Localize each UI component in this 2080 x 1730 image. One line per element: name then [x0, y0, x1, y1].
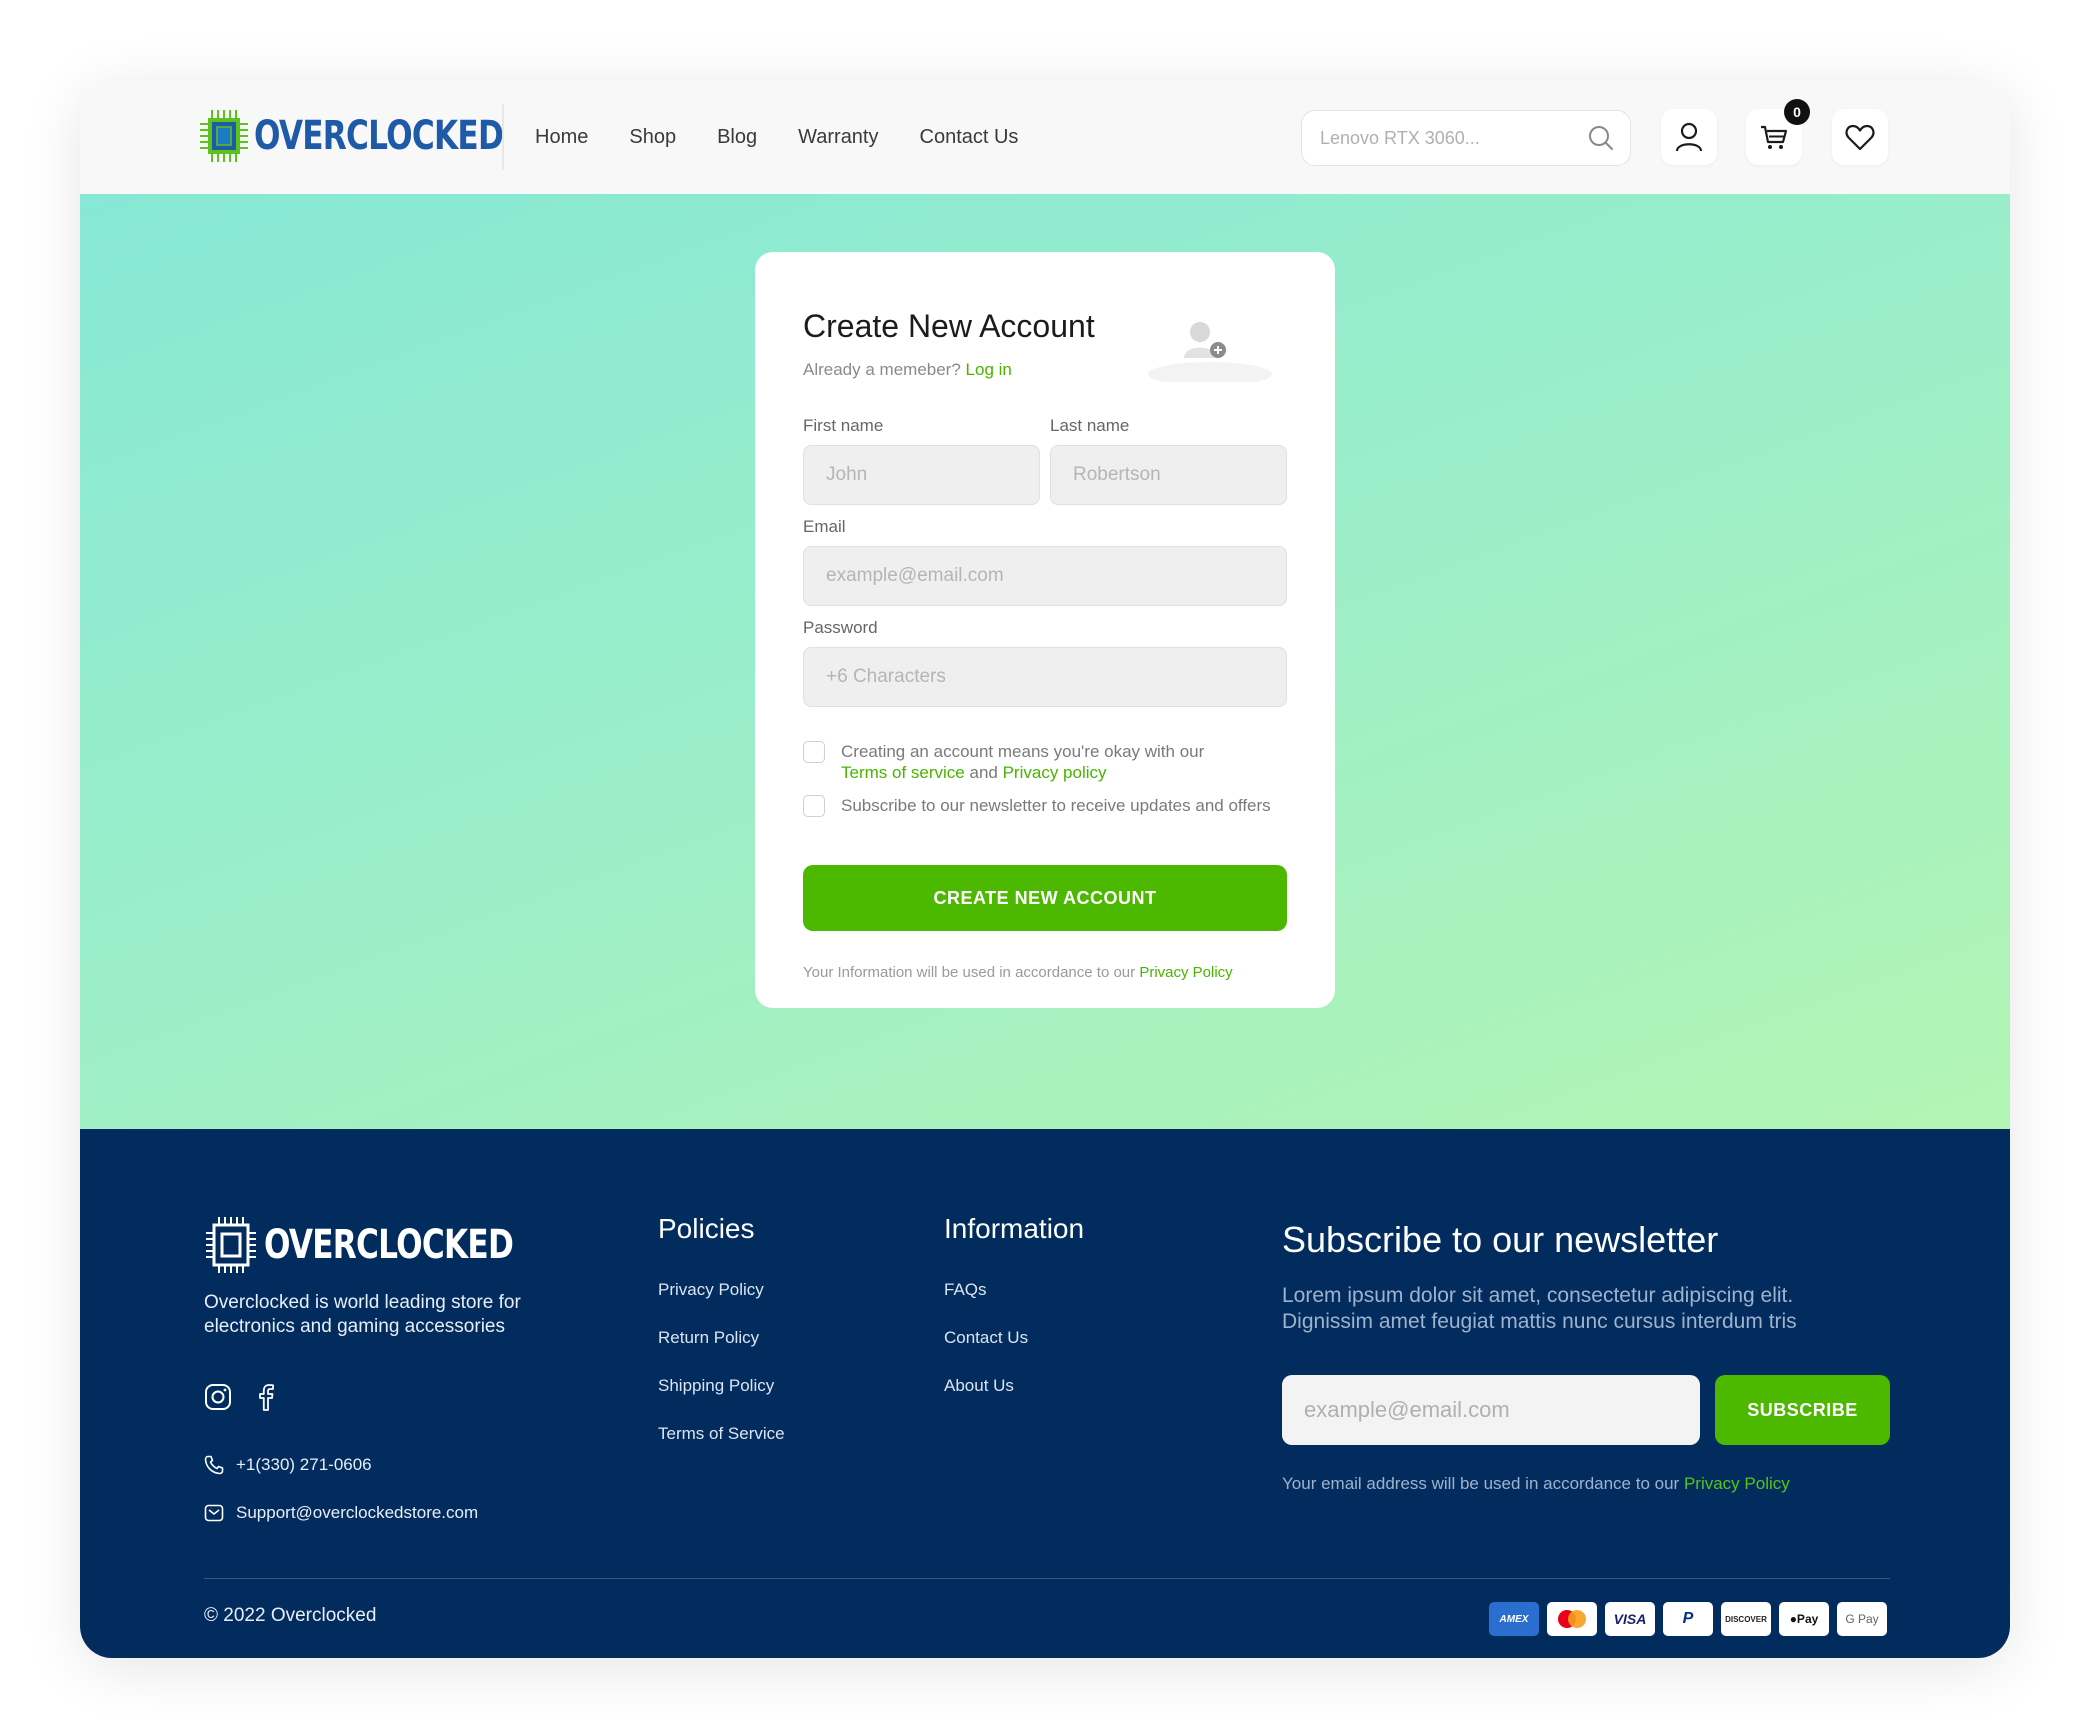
cart-icon [1761, 125, 1788, 149]
password-label: Password [803, 618, 878, 637]
page-frame: OVERCLOCKED Home Shop Blog Warranty Cont… [80, 80, 2010, 1658]
footer-logo[interactable]: OVERCLOCKED [204, 1215, 583, 1275]
support-email[interactable]: Support@overclockedstore.com [236, 1503, 478, 1523]
apple-pay-icon: ●Pay [1779, 1602, 1829, 1636]
mail-icon [204, 1504, 224, 1522]
mastercard-icon [1547, 1602, 1597, 1636]
footer-phone: +1(330) 271-0606 [204, 1455, 372, 1475]
last-name-field[interactable] [1050, 445, 1287, 505]
subscribe-button[interactable]: SUBSCRIBE [1715, 1375, 1890, 1445]
header-logo[interactable]: OVERCLOCKED [200, 106, 573, 166]
policies-heading: Policies [658, 1213, 755, 1244]
footer-link-privacy-policy[interactable]: Privacy Policy [658, 1280, 764, 1300]
newsletter-email-input[interactable] [1282, 1375, 1700, 1445]
terms-and: and [969, 763, 998, 782]
email-field[interactable] [803, 546, 1287, 606]
account-button[interactable] [1661, 109, 1717, 165]
terms-text-start: Creating an account means you're okay wi… [841, 742, 1205, 761]
header-divider [502, 104, 504, 170]
search-box [1301, 110, 1631, 166]
nav-warranty[interactable]: Warranty [798, 126, 878, 149]
newsletter-privacy-link[interactable]: Privacy Policy [1684, 1474, 1790, 1493]
phone-number[interactable]: +1(330) 271-0606 [236, 1455, 372, 1475]
footer-link-faqs[interactable]: FAQs [944, 1280, 987, 1300]
nav-blog[interactable]: Blog [717, 126, 757, 149]
footer-link-return-policy[interactable]: Return Policy [658, 1328, 759, 1348]
password-field[interactable] [803, 647, 1287, 707]
chip-logo-icon [200, 110, 248, 162]
footer-link-terms-of-service[interactable]: Terms of Service [658, 1424, 785, 1444]
signup-card: Create New Account Already a memeber? Lo… [755, 252, 1335, 1008]
google-pay-icon: G Pay [1837, 1602, 1887, 1636]
footer-link-about-us[interactable]: About Us [944, 1376, 1014, 1396]
site-footer: OVERCLOCKED Overclocked is world leading… [80, 1129, 2010, 1658]
footer-link-shipping-policy[interactable]: Shipping Policy [658, 1376, 774, 1396]
wishlist-button[interactable] [1832, 109, 1888, 165]
member-prompt: Already a memeber? Log in [803, 360, 1012, 380]
member-prompt-text: Already a memeber? [803, 360, 961, 379]
cart-count-badge: 0 [1784, 99, 1810, 125]
footnote-privacy-link[interactable]: Privacy Policy [1139, 964, 1232, 981]
footer-description: Overclocked is world leading store for e… [204, 1292, 521, 1337]
information-heading: Information [944, 1213, 1085, 1244]
terms-checkbox[interactable] [803, 741, 825, 763]
newsletter-checkbox[interactable] [803, 795, 825, 817]
terms-text: Creating an account means you're okay wi… [841, 741, 1281, 783]
phone-icon [204, 1455, 224, 1475]
facebook-icon[interactable] [256, 1383, 276, 1411]
nav-shop[interactable]: Shop [629, 126, 676, 149]
heart-icon [1845, 124, 1875, 151]
nav-contact-us[interactable]: Contact Us [920, 126, 1019, 149]
signup-footnote: Your Information will be used in accorda… [803, 964, 1233, 981]
hero-section: Create New Account Already a memeber? Lo… [80, 194, 2010, 1129]
site-header: OVERCLOCKED Home Shop Blog Warranty Cont… [80, 80, 2010, 194]
chip-logo-icon [206, 1217, 256, 1273]
search-icon[interactable] [1588, 125, 1614, 151]
paypal-icon: P [1663, 1602, 1713, 1636]
privacy-policy-link[interactable]: Privacy policy [1003, 763, 1107, 782]
logo-text: OVERCLOCKED [254, 113, 504, 159]
first-name-field[interactable] [803, 445, 1040, 505]
last-name-label: Last name [1050, 416, 1130, 435]
signup-footnote-text: Your Information will be used in accorda… [803, 964, 1136, 981]
footer-divider [204, 1578, 1890, 1579]
amex-icon: AMEX [1489, 1602, 1539, 1636]
newsletter-note: Your email address will be used in accor… [1282, 1474, 1790, 1494]
newsletter-heading: Subscribe to our newsletter [1282, 1219, 1719, 1260]
footer-email: Support@overclockedstore.com [204, 1503, 478, 1523]
main-nav: Home Shop Blog Warranty Contact Us [535, 80, 1018, 194]
create-account-button[interactable]: CREATE NEW ACCOUNT [803, 865, 1287, 931]
first-name-label: First name [803, 416, 884, 435]
instagram-icon[interactable] [204, 1383, 232, 1411]
search-input[interactable] [1320, 127, 1588, 149]
user-icon [1675, 122, 1703, 152]
copyright: © 2022 Overclocked [204, 1605, 377, 1626]
footer-logo-text: OVERCLOCKED [264, 1222, 514, 1268]
newsletter-opt-in-text: Subscribe to our newsletter to receive u… [841, 796, 1271, 815]
footer-link-contact-us[interactable]: Contact Us [944, 1328, 1028, 1348]
terms-of-service-link[interactable]: Terms of service [841, 763, 965, 782]
login-link[interactable]: Log in [966, 360, 1012, 379]
discover-icon: DISCOVER [1721, 1602, 1771, 1636]
visa-icon: VISA [1605, 1602, 1655, 1636]
nav-home[interactable]: Home [535, 126, 588, 149]
newsletter-note-text: Your email address will be used in accor… [1282, 1474, 1680, 1493]
cart-button[interactable]: 0 [1746, 99, 1810, 165]
newsletter-description: Lorem ipsum dolor sit amet, consectetur … [1282, 1284, 1797, 1333]
signup-title: Create New Account [803, 308, 1095, 344]
email-label: Email [803, 517, 846, 536]
add-user-icon [1148, 322, 1272, 382]
